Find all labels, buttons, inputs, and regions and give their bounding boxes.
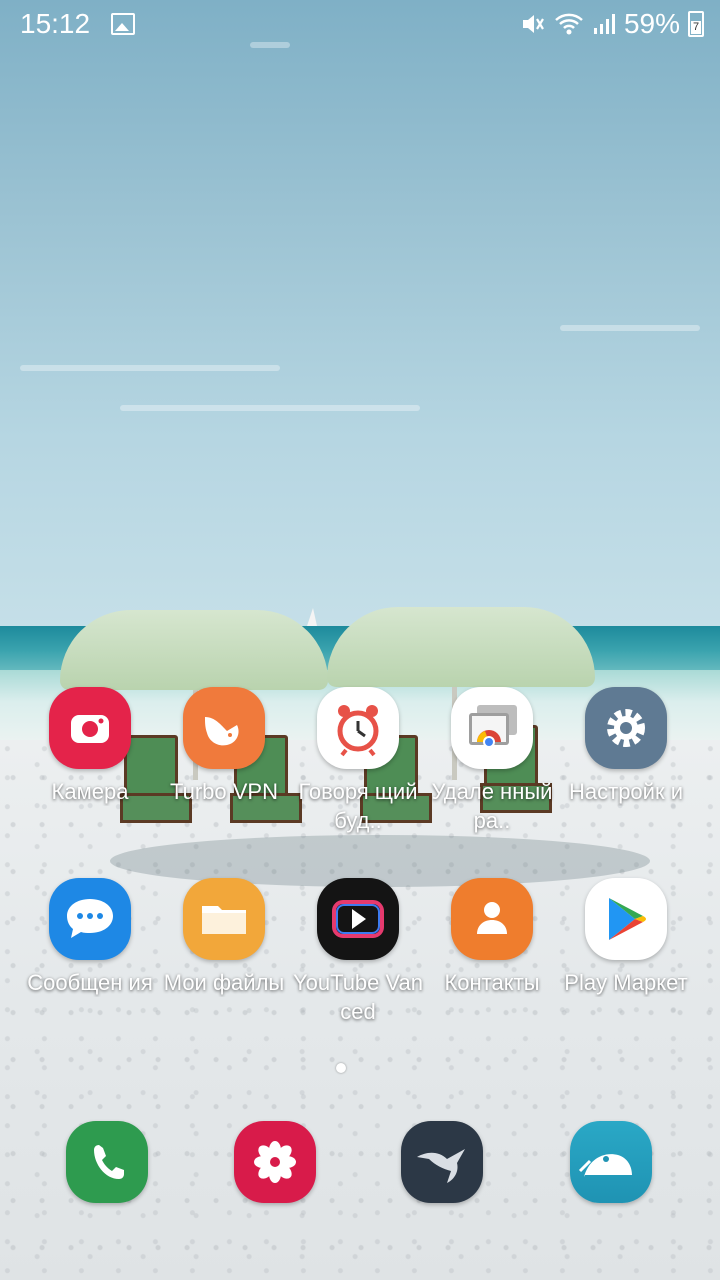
mute-icon [522, 15, 544, 33]
wallpaper-sky [0, 0, 720, 628]
app-label: Удале нный ра.. [431, 779, 553, 833]
kiwi-bird-icon [570, 1121, 652, 1203]
app-my-files[interactable]: Мои файлы [157, 878, 291, 997]
dock-swift-app[interactable] [401, 1121, 483, 1203]
app-label: Turbo VPN [169, 779, 278, 804]
wallpaper-cloud [120, 405, 420, 411]
app-label: Сообщен ия [27, 970, 153, 995]
wallpaper-umbrella-left [60, 610, 328, 690]
my-files-icon [183, 878, 265, 960]
wallpaper [0, 0, 720, 1280]
page-indicator[interactable] [336, 1063, 346, 1073]
app-label: Камера [51, 779, 129, 804]
battery-badge: 7 [691, 21, 701, 34]
alarm-clock-icon [317, 687, 399, 769]
status-clock: 15:12 [20, 8, 91, 39]
phone-icon [66, 1121, 148, 1203]
status-indicators: 59% 7 [520, 6, 704, 42]
app-turbo-vpn[interactable]: Turbo VPN [157, 687, 291, 806]
app-label: YouTube Vanced [292, 970, 424, 1024]
status-bar: 15:12 59% 7 [0, 0, 720, 48]
contacts-icon [451, 878, 533, 960]
app-messages[interactable]: Сообщен ия [23, 878, 157, 997]
app-label: Мои файлы [163, 970, 285, 995]
app-label: Говоря щий буд.. [298, 779, 418, 833]
dock-kiwi-browser[interactable] [570, 1121, 652, 1203]
app-youtube-vanced[interactable]: YouTube Vanced [291, 878, 425, 1026]
app-label: Контакты [444, 970, 540, 995]
camera-icon [49, 687, 131, 769]
messages-icon [49, 878, 131, 960]
wallpaper-sailboat [307, 608, 317, 626]
dock-phone[interactable] [66, 1121, 148, 1203]
dock-gallery[interactable] [234, 1121, 316, 1203]
wallpaper-umbrella-right [327, 607, 595, 687]
app-play-market[interactable]: Play Маркет [559, 878, 693, 997]
wallpaper-cloud [560, 325, 700, 331]
app-settings[interactable]: Настройк и [559, 687, 693, 806]
app-label: Настройк и [569, 779, 683, 804]
play-store-icon [585, 878, 667, 960]
app-contacts[interactable]: Контакты [425, 878, 559, 997]
battery-icon: 7 [688, 11, 704, 37]
app-talking-alarm[interactable]: Говоря щий буд.. [291, 687, 425, 835]
gallery-notification-icon [111, 13, 135, 35]
settings-gear-icon [585, 687, 667, 769]
wifi-icon [555, 13, 583, 35]
battery-percent: 59% [623, 8, 680, 39]
app-camera[interactable]: Камера [23, 687, 157, 806]
turbo-vpn-icon [183, 687, 265, 769]
signal-icon [593, 14, 615, 34]
swift-bird-icon [401, 1121, 483, 1203]
wallpaper-cloud [20, 365, 280, 371]
chrome-remote-desktop-icon [451, 687, 533, 769]
app-label: Play Маркет [564, 970, 688, 995]
youtube-vanced-icon [317, 878, 399, 960]
app-remote-desktop[interactable]: Удале нный ра.. [425, 687, 559, 835]
gallery-flower-icon [234, 1121, 316, 1203]
